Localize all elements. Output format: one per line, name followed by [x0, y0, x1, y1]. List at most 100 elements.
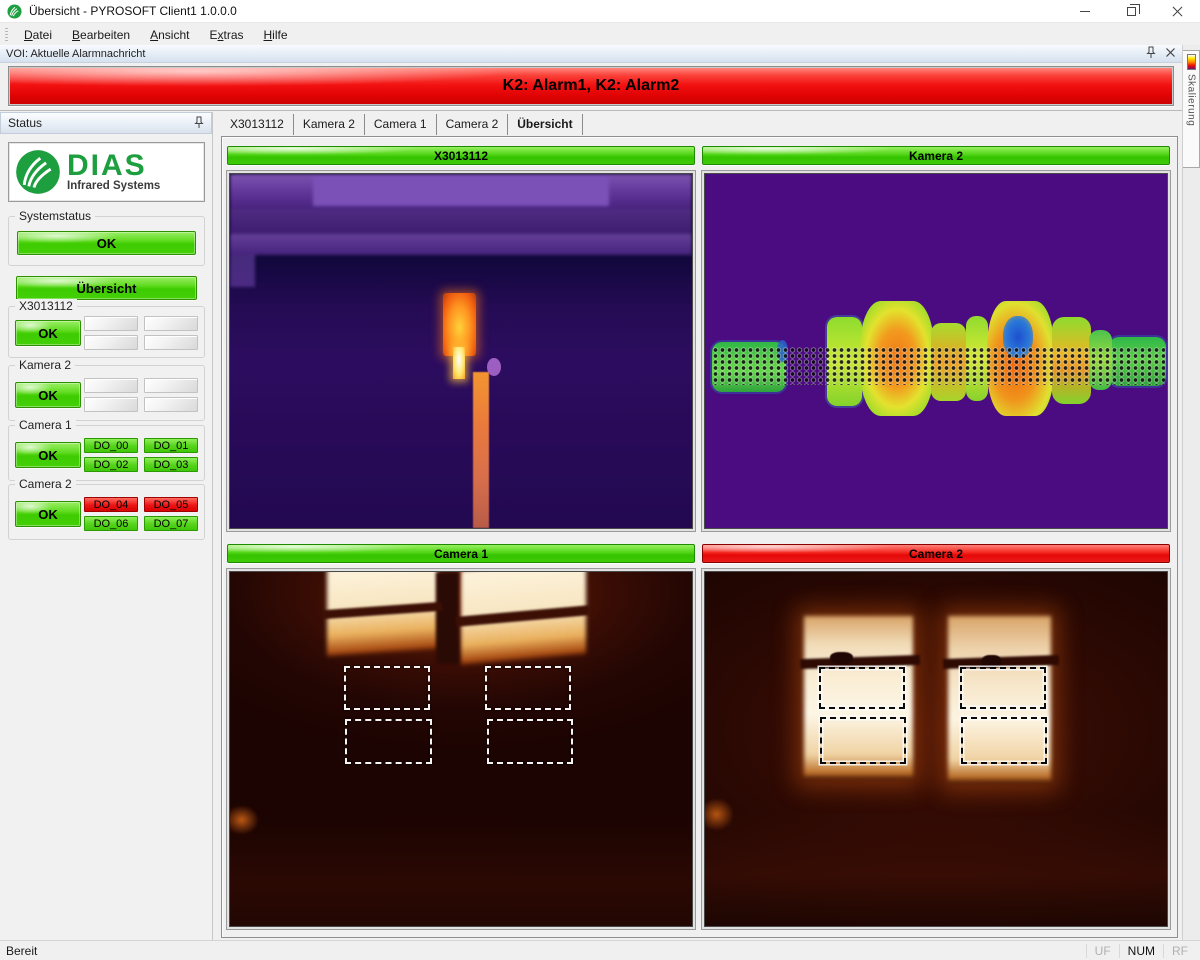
statusbar: Bereit UF NUM RF [0, 940, 1200, 960]
group-x3013112-label: X3013112 [15, 299, 77, 313]
roi-rectangle [820, 717, 906, 763]
sidebar-pin-icon[interactable] [193, 116, 205, 129]
status-sidebar: Status DIAS Infrared Systems Systemsta [0, 112, 213, 940]
busbar-rail [230, 209, 692, 234]
do-indicator-do06: DO_06 [84, 516, 138, 531]
tab-kamera2[interactable]: Kamera 2 [294, 114, 365, 135]
dias-logo: DIAS Infrared Systems [8, 142, 205, 202]
dark-floor [230, 820, 692, 926]
thermal-view-x3013112[interactable] [227, 171, 695, 531]
alarm-dock-panel: VOI: Aktuelle Alarmnachricht K2: Alarm1,… [0, 45, 1182, 111]
do-indicator [84, 335, 138, 350]
camera-panel-camera2: Camera 2 [702, 544, 1170, 929]
x3013112-ok-button[interactable]: OK [15, 320, 81, 346]
group-camera2: Camera 2 OK DO_04 DO_05 DO_06 DO_07 [8, 484, 205, 540]
tab-uebersicht[interactable]: Übersicht [508, 114, 582, 135]
thermal-view-camera2[interactable] [702, 569, 1170, 929]
menu-extras[interactable]: Extras [201, 26, 251, 44]
minimize-button[interactable] [1062, 0, 1108, 23]
group-camera1-label: Camera 1 [15, 418, 76, 432]
camera-panel-x3013112: X3013112 [227, 146, 695, 531]
do-indicator [144, 316, 198, 331]
menu-ansicht[interactable]: Ansicht [142, 26, 197, 44]
restore-icon [1127, 7, 1136, 16]
thermal-view-kamera2[interactable] [702, 171, 1170, 531]
menu-datei[interactable]: Datei [16, 26, 60, 44]
camera1-ok-button[interactable]: OK [15, 442, 81, 468]
alarm-message: K2: Alarm1, K2: Alarm2 [503, 77, 680, 95]
keystate-num: NUM [1119, 944, 1163, 958]
do-indicator-do05: DO_05 [144, 497, 198, 512]
roi-rectangle [487, 719, 573, 765]
close-icon [1172, 6, 1183, 17]
do-indicator-do02: DO_02 [84, 457, 138, 472]
pin-icon[interactable] [1145, 46, 1157, 59]
camera-panel-kamera2: Kamera 2 [702, 146, 1170, 531]
view-tabstrip: X3013112 Kamera 2 Camera 1 Camera 2 Über… [221, 113, 583, 135]
group-kamera2-label: Kamera 2 [15, 358, 75, 372]
panel-status-bar: Camera 1 [227, 544, 695, 563]
tab-skalierung[interactable]: Skalierung [1183, 50, 1200, 168]
keystate-uf: UF [1086, 944, 1119, 958]
restore-button[interactable] [1108, 0, 1154, 23]
alarm-close-icon[interactable] [1165, 47, 1176, 58]
do-indicator-do07: DO_07 [144, 516, 198, 531]
tab-camera2[interactable]: Camera 2 [437, 114, 509, 135]
brand-subtitle: Infrared Systems [67, 180, 160, 192]
menu-bearbeiten[interactable]: Bearbeiten [64, 26, 138, 44]
do-indicator [84, 316, 138, 331]
hotspot-core [453, 347, 465, 379]
uebersicht-button[interactable]: Übersicht [16, 276, 197, 300]
dark-floor [705, 813, 1167, 926]
tab-camera1[interactable]: Camera 1 [365, 114, 437, 135]
roi-rectangle [345, 719, 432, 764]
do-indicator [144, 397, 198, 412]
menubar-grip[interactable] [5, 28, 8, 42]
hot-cable-streak [473, 372, 489, 528]
group-camera1: Camera 1 OK DO_00 DO_01 DO_02 DO_03 [8, 425, 205, 481]
app-logo-icon [7, 4, 22, 19]
camera2-ok-button[interactable]: OK [15, 501, 81, 527]
dias-logo-icon [15, 149, 61, 195]
fuse-stub [230, 255, 255, 287]
uebersicht-tabpage: X3013112 [221, 136, 1178, 938]
kamera2-ok-button[interactable]: OK [15, 382, 81, 408]
brand-name: DIAS [67, 153, 160, 179]
close-button[interactable] [1154, 0, 1200, 23]
measure-line-overlay [712, 347, 1165, 384]
window-handle [982, 655, 1000, 667]
panel-status-bar: Camera 2 [702, 544, 1170, 563]
do-indicator [144, 335, 198, 350]
right-dock-strip: Skalierung [1182, 45, 1200, 940]
group-systemstatus: Systemstatus OK [8, 216, 205, 266]
thermal-scene-two-windows [705, 572, 1167, 926]
systemstatus-ok-button[interactable]: OK [17, 231, 196, 255]
roi-rectangle [344, 666, 429, 710]
do-indicator [144, 378, 198, 393]
status-message: Bereit [6, 944, 37, 958]
thermal-view-camera1[interactable] [227, 569, 695, 929]
warm-spot [487, 358, 501, 376]
menubar: Datei Bearbeiten Ansicht Extras Hilfe [0, 24, 1200, 45]
tab-x3013112[interactable]: X3013112 [221, 114, 294, 135]
group-kamera2: Kamera 2 OK [8, 365, 205, 421]
panel-status-bar: X3013112 [227, 146, 695, 165]
pyrosoft-window: Übersicht - PYROSOFT Client1 1.0.0.0 Dat… [0, 0, 1200, 960]
group-camera2-label: Camera 2 [15, 477, 76, 491]
camera-panel-camera1: Camera 1 [227, 544, 695, 929]
busbar-rail [230, 234, 692, 255]
keystate-rf: RF [1163, 944, 1196, 958]
titlebar: Übersicht - PYROSOFT Client1 1.0.0.0 [0, 0, 1200, 23]
do-indicator-do04: DO_04 [84, 497, 138, 512]
window-handle [830, 652, 853, 664]
do-indicator [84, 397, 138, 412]
minimize-icon [1080, 11, 1090, 12]
menu-hilfe[interactable]: Hilfe [256, 26, 296, 44]
sidebar-title: Status [8, 116, 42, 130]
sidebar-header: Status [0, 112, 212, 134]
do-indicator [84, 378, 138, 393]
alarm-banner: K2: Alarm1, K2: Alarm2 [8, 66, 1174, 106]
color-scale-icon [1187, 54, 1196, 70]
do-indicator-do00: DO_00 [84, 438, 138, 453]
systemstatus-label: Systemstatus [15, 209, 95, 223]
